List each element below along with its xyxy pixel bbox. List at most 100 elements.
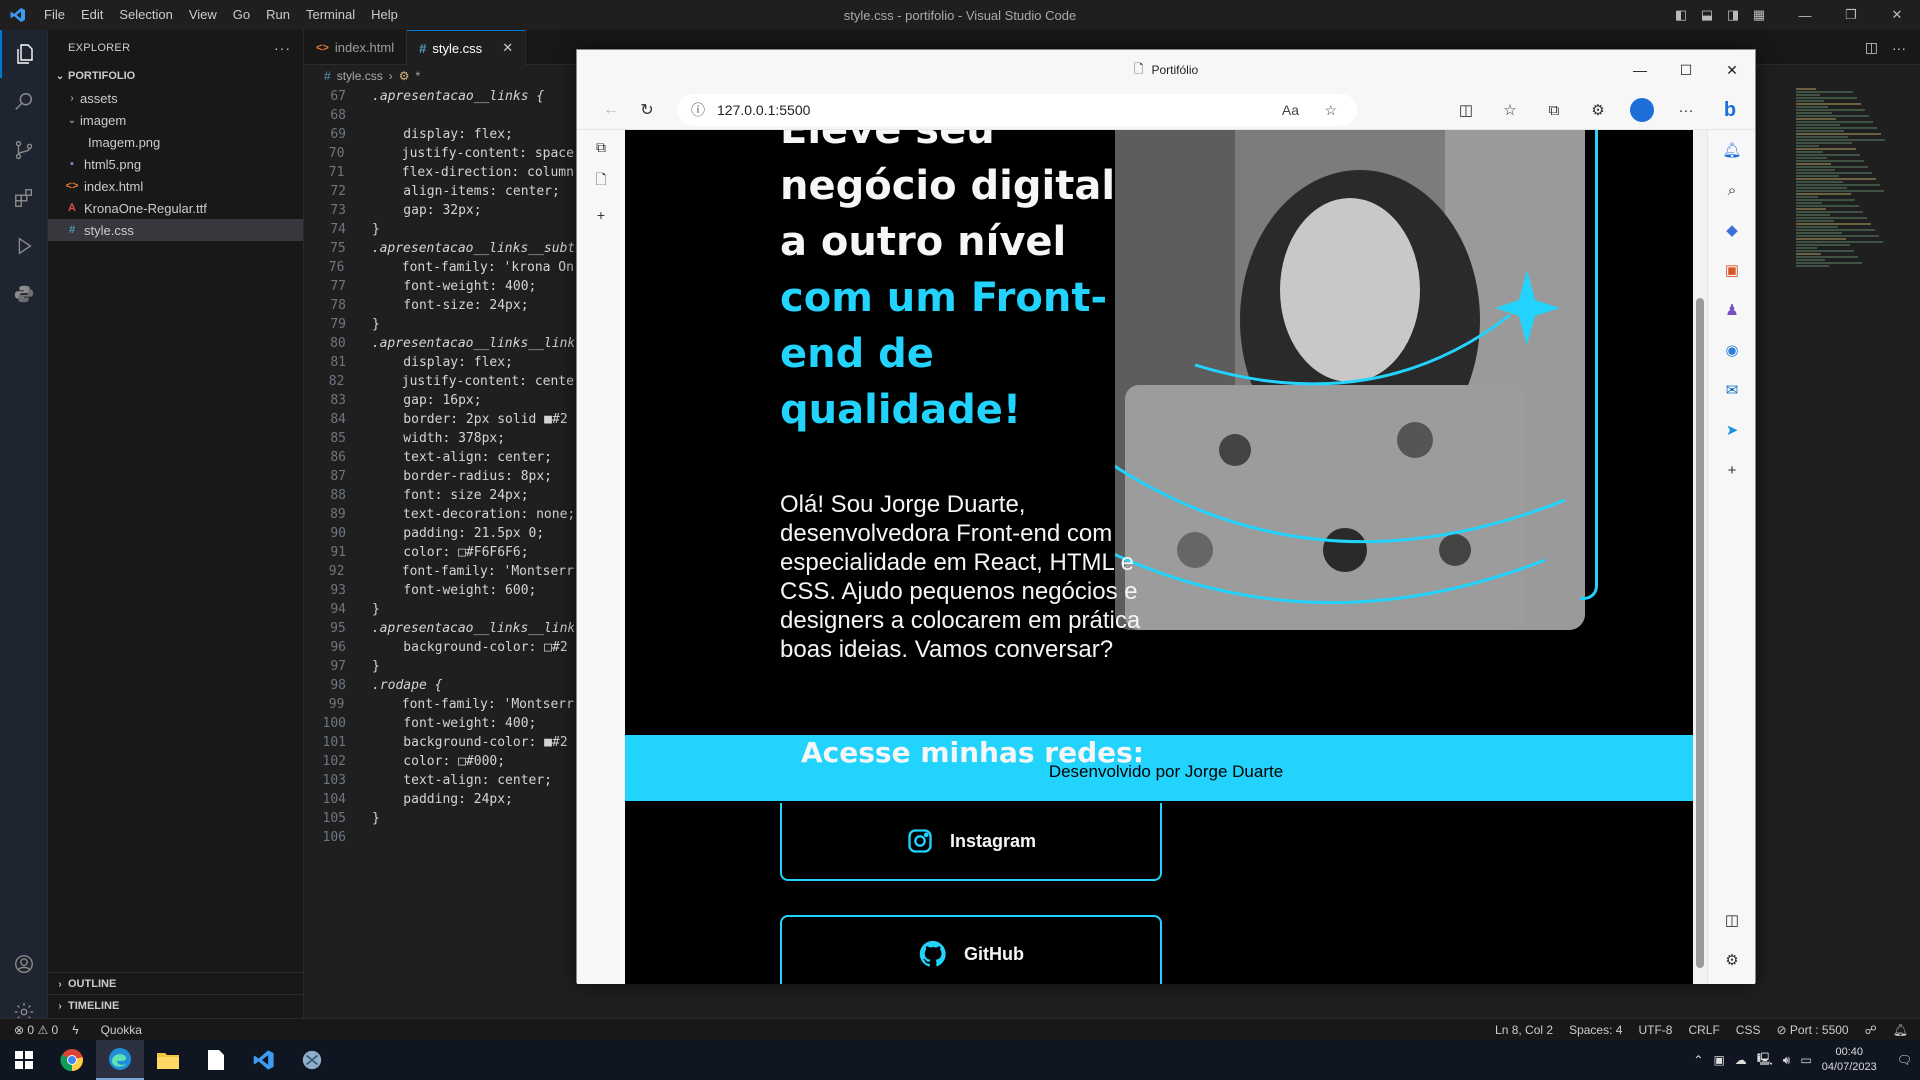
toggle-secondary-sidebar-icon[interactable]: ◨ xyxy=(1720,0,1746,30)
back-arrow-icon[interactable]: ← xyxy=(593,94,629,126)
browser-close-icon[interactable]: ✕ xyxy=(1709,50,1755,90)
code-line[interactable]: 78 font-size: 24px; xyxy=(304,296,574,315)
code-line[interactable]: 88 font: size 24px; xyxy=(304,486,574,505)
menu-run[interactable]: Run xyxy=(258,0,298,30)
code-line[interactable]: 92 font-family: 'Montserra xyxy=(304,562,574,581)
code-line[interactable]: 72 align-items: center; xyxy=(304,182,574,201)
favorite-star-icon[interactable]: ☆ xyxy=(1324,102,1337,119)
cursor-position[interactable]: Ln 8, Col 2 xyxy=(1495,1023,1553,1037)
encoding[interactable]: UTF-8 xyxy=(1638,1023,1672,1037)
code-line[interactable]: 77 font-weight: 400; xyxy=(304,277,574,296)
close-tab-icon[interactable]: ✕ xyxy=(502,40,513,56)
send-drop-icon[interactable]: ➤ xyxy=(1708,410,1756,450)
windows-start-icon[interactable] xyxy=(0,1040,48,1080)
code-line[interactable]: 95 .apresentacao__links__link xyxy=(304,619,574,638)
tab-style-css[interactable]: # style.css ✕ xyxy=(407,30,527,65)
code-line[interactable]: 94} xyxy=(304,600,574,619)
toggle-panel-icon[interactable]: ⬓ xyxy=(1694,0,1720,30)
split-screen-icon[interactable]: ◫ xyxy=(1447,94,1485,126)
site-info-icon[interactable]: ⓘ xyxy=(691,100,705,120)
file-explorer-icon[interactable] xyxy=(144,1040,192,1080)
code-line[interactable]: 93 font-weight: 600; xyxy=(304,581,574,600)
code-line[interactable]: 73 gap: 32px; xyxy=(304,201,574,220)
tools-briefcase-icon[interactable]: ▣ xyxy=(1708,250,1756,290)
code-line[interactable]: 82 justify-content: center xyxy=(304,372,574,391)
language-mode[interactable]: CSS xyxy=(1736,1023,1761,1037)
split-editor-icon[interactable]: ◫ xyxy=(1865,39,1878,56)
settings-more-icon[interactable]: ··· xyxy=(1667,94,1705,126)
instagram-link-button[interactable]: Instagram xyxy=(780,803,1162,881)
edge-icon[interactable] xyxy=(96,1040,144,1080)
tree-folder-imagem[interactable]: ⌄ imagem xyxy=(48,109,303,131)
read-aloud-icon[interactable]: Aa xyxy=(1282,102,1299,118)
code-line[interactable]: 98 .rodape { xyxy=(304,676,574,695)
menu-view[interactable]: View xyxy=(181,0,225,30)
code-line[interactable]: 86 text-align: center; xyxy=(304,448,574,467)
profile-avatar[interactable] xyxy=(1623,94,1661,126)
code-line[interactable]: 100 font-weight: 400; xyxy=(304,714,574,733)
onedrive-cloud-icon[interactable]: ☁ xyxy=(1735,1053,1747,1067)
search-icon[interactable] xyxy=(0,78,48,126)
outline-section[interactable]: › OUTLINE xyxy=(48,972,304,995)
sidebar-settings-icon[interactable]: ⚙ xyxy=(1708,940,1756,980)
code-line[interactable]: 106 xyxy=(304,828,574,847)
notifications-bell-icon[interactable]: 🔔︎ xyxy=(1708,130,1756,170)
code-line[interactable]: 99 font-family: 'Montserra xyxy=(304,695,574,714)
code-line[interactable]: 69 display: flex; xyxy=(304,125,574,144)
indentation[interactable]: Spaces: 4 xyxy=(1569,1023,1622,1037)
timeline-section[interactable]: › TIMELINE xyxy=(48,994,304,1017)
code-line[interactable]: 97} xyxy=(304,657,574,676)
code-line[interactable]: 90 padding: 21.5px 0; xyxy=(304,524,574,543)
menu-edit[interactable]: Edit xyxy=(73,0,111,30)
tree-file-style-css[interactable]: # style.css xyxy=(48,219,303,241)
outlook-icon[interactable]: ✉ xyxy=(1708,370,1756,410)
code-line[interactable]: 87 border-radius: 8px; xyxy=(304,467,574,486)
chrome-icon[interactable] xyxy=(48,1040,96,1080)
extensions-icon[interactable]: ⚙ xyxy=(1579,94,1617,126)
menu-go[interactable]: Go xyxy=(225,0,258,30)
code-line[interactable]: 67 .apresentacao__links { xyxy=(304,87,574,106)
microsoft-365-icon[interactable]: ◉ xyxy=(1708,330,1756,370)
network-icon[interactable]: 🖳︎ xyxy=(1757,1050,1773,1071)
notification-center-icon[interactable]: 🗨︎ xyxy=(1897,1053,1912,1067)
notepad-icon[interactable] xyxy=(192,1040,240,1080)
breadcrumb-symbol[interactable]: * xyxy=(415,69,420,83)
tree-file-html5-png[interactable]: ▪ html5.png xyxy=(48,153,303,175)
toggle-sidebar-icon[interactable]: ◧ xyxy=(1668,0,1694,30)
collections-icon[interactable]: ⧉ xyxy=(1535,94,1573,126)
code-line[interactable]: 76 font-family: 'krona One xyxy=(304,258,574,277)
explorer-icon[interactable] xyxy=(0,30,48,78)
code-line[interactable]: 84 border: 2px solid ■#2 xyxy=(304,410,574,429)
code-line[interactable]: 96 background-color: □#2 xyxy=(304,638,574,657)
tray-chevron-up-icon[interactable]: ⌃ xyxy=(1693,1053,1703,1067)
tree-file-index-html[interactable]: <> index.html xyxy=(48,175,303,197)
vertical-tab-page-icon[interactable]: 🗋︎ xyxy=(577,164,625,198)
code-line[interactable]: 89 text-decoration: none; xyxy=(304,505,574,524)
games-icon[interactable]: ♟ xyxy=(1708,290,1756,330)
battery-icon[interactable]: ▭ xyxy=(1800,1053,1811,1067)
minimize-icon[interactable]: — xyxy=(1782,0,1828,30)
add-sidebar-plus-icon[interactable]: + xyxy=(1708,450,1756,490)
code-line[interactable]: 85 width: 378px; xyxy=(304,429,574,448)
hide-sidebar-icon[interactable]: ◫ xyxy=(1708,900,1756,940)
menu-file[interactable]: File xyxy=(36,0,73,30)
menu-terminal[interactable]: Terminal xyxy=(298,0,363,30)
code-view[interactable]: 67 .apresentacao__links {68 69 display: fl… xyxy=(304,87,574,847)
customize-layout-icon[interactable]: ▦ xyxy=(1746,0,1772,30)
volume-icon[interactable]: 🔊︎ xyxy=(1783,1053,1791,1068)
minimap[interactable] xyxy=(1796,87,1906,327)
run-debug-icon[interactable] xyxy=(0,222,48,270)
web-page-viewport[interactable]: Eleve seu negócio digital a outro nível … xyxy=(625,130,1707,984)
quokka-status[interactable]: Quokka xyxy=(101,1023,142,1037)
bing-copilot-icon[interactable]: b xyxy=(1711,94,1749,126)
tree-folder-assets[interactable]: › assets xyxy=(48,87,303,109)
shopping-tag-icon[interactable]: ◆ xyxy=(1708,210,1756,250)
code-line[interactable]: 104 padding: 24px; xyxy=(304,790,574,809)
code-line[interactable]: 74} xyxy=(304,220,574,239)
live-server-status[interactable]: ⊘ Port : 5500 xyxy=(1776,1023,1848,1037)
code-line[interactable]: 91 color: □#F6F6F6; xyxy=(304,543,574,562)
github-link-button[interactable]: GitHub xyxy=(780,915,1162,984)
notifications-bell-icon[interactable]: 🔔︎ xyxy=(1893,1023,1908,1037)
browser-minimize-icon[interactable]: — xyxy=(1617,50,1663,90)
code-line[interactable]: 75 .apresentacao__links__subt xyxy=(304,239,574,258)
